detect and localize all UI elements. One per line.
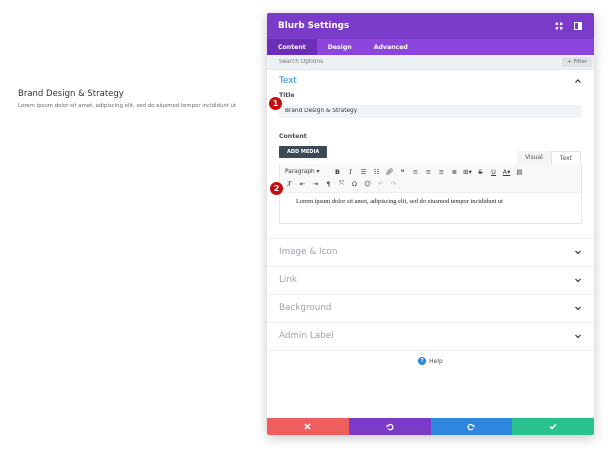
sidebar-toggle-icon[interactable] <box>573 21 583 31</box>
editor-content[interactable]: Lorem ipsum dolor sit amet, adipiscing e… <box>280 193 581 223</box>
paste-icon[interactable]: ▤ <box>513 168 526 176</box>
text-section-header[interactable]: Text <box>267 70 594 92</box>
align-right-icon[interactable]: ≡ <box>435 168 448 176</box>
preview-body: Lorem ipsum dolor sit amet, adipiscing e… <box>18 103 237 109</box>
section-link[interactable]: Link <box>267 267 594 295</box>
text-section: Text Title 1 Content ADD MEDIA Visual Te… <box>267 70 594 239</box>
underline-icon[interactable]: U <box>487 168 500 176</box>
help-link[interactable]: ? Help <box>267 357 594 365</box>
bullet-list-icon[interactable]: ☰ <box>357 168 370 176</box>
section-admin-label-label: Admin Label <box>279 331 334 341</box>
toolbar-row-1: Paragraph ▾ B I ☰ ☷ 🔗︎ ❝ ≡ ≡ ≡ ≣ ⊞▾ S U … <box>283 166 578 178</box>
modal-title: Blurb Settings <box>278 21 350 31</box>
step-badge-2: 2 <box>270 181 283 195</box>
search-bar: + Filter <box>267 55 594 70</box>
editor-toolbar: Paragraph ▾ B I ☰ ☷ 🔗︎ ❝ ≡ ≡ ≡ ≣ ⊞▾ S U … <box>280 163 581 193</box>
redo-editor-icon[interactable]: ↷ <box>387 180 400 188</box>
search-input[interactable] <box>279 59 459 65</box>
editor-mode-tabs: Visual Text <box>516 150 581 165</box>
special-char-icon[interactable]: Ω <box>348 180 361 188</box>
chevron-down-icon <box>575 250 581 255</box>
step-badge-1: 1 <box>269 97 282 110</box>
chevron-down-icon <box>575 334 581 339</box>
section-link-header[interactable]: Link <box>267 267 594 294</box>
section-image-icon-label: Image & Icon <box>279 247 338 257</box>
title-input[interactable] <box>279 104 582 118</box>
table-icon[interactable]: ⊞▾ <box>461 168 474 176</box>
section-admin-label[interactable]: Admin Label <box>267 323 594 351</box>
redo-icon <box>467 423 475 430</box>
undo-icon <box>386 423 394 430</box>
paragraph-select[interactable]: Paragraph ▾ <box>283 169 331 175</box>
blockquote-icon[interactable]: ❝ <box>396 168 409 176</box>
toolbar-row-2: T̸ ⇤ ⇥ ¶ ⤧ Ω ☺ ↶ ↷ <box>283 178 578 190</box>
tab-advanced[interactable]: Advanced <box>363 39 419 55</box>
strikethrough-icon[interactable]: S <box>474 168 487 176</box>
expand-icon[interactable] <box>554 21 564 31</box>
emoji-icon[interactable]: ☺ <box>361 180 374 188</box>
modal-header: Blurb Settings <box>267 13 594 39</box>
tab-design[interactable]: Design <box>317 39 363 55</box>
align-justify-icon[interactable]: ≣ <box>448 168 461 176</box>
undo-button[interactable] <box>348 418 431 435</box>
title-field-label: Title <box>279 92 295 99</box>
chevron-up-icon <box>575 79 581 83</box>
chevron-down-icon <box>575 306 581 311</box>
section-background-header[interactable]: Background <box>267 295 594 322</box>
undo-editor-icon[interactable]: ↶ <box>374 180 387 188</box>
align-center-icon[interactable]: ≡ <box>422 168 435 176</box>
cancel-button[interactable] <box>267 418 349 435</box>
tab-content[interactable]: Content <box>267 39 317 55</box>
help-label: Help <box>429 357 443 365</box>
paragraph-select-label: Paragraph <box>285 168 315 175</box>
link-icon[interactable]: 🔗︎ <box>383 168 396 176</box>
chevron-down-icon <box>575 278 581 283</box>
settings-modal: Blurb Settings Content Design Advanced +… <box>267 13 594 435</box>
close-icon <box>304 423 311 430</box>
section-image-icon[interactable]: Image & Icon <box>267 239 594 267</box>
align-left-icon[interactable]: ≡ <box>409 168 422 176</box>
indent-icon[interactable]: ⇥ <box>309 180 322 188</box>
editor-tab-visual[interactable]: Visual <box>516 150 551 165</box>
numbered-list-icon[interactable]: ☷ <box>370 168 383 176</box>
section-link-label: Link <box>279 275 298 285</box>
rich-text-editor: Paragraph ▾ B I ☰ ☷ 🔗︎ ❝ ≡ ≡ ≡ ≣ ⊞▾ S U … <box>270 163 582 224</box>
save-button[interactable] <box>512 418 594 435</box>
check-icon <box>549 423 557 430</box>
section-background-label: Background <box>279 303 332 313</box>
section-background[interactable]: Background <box>267 295 594 323</box>
fullscreen-icon[interactable]: ⤧ <box>335 179 348 188</box>
help-icon: ? <box>418 357 427 365</box>
text-section-label: Text <box>279 76 297 86</box>
header-icons <box>554 21 583 31</box>
redo-button[interactable] <box>430 418 513 435</box>
modal-tabs: Content Design Advanced <box>267 39 594 55</box>
preview-title: Brand Design & Strategy <box>18 89 124 99</box>
outdent-icon[interactable]: ⇤ <box>296 180 309 188</box>
add-media-button[interactable]: ADD MEDIA <box>279 145 328 158</box>
italic-icon[interactable]: I <box>344 168 357 176</box>
section-image-icon-header[interactable]: Image & Icon <box>267 239 594 266</box>
text-color-icon[interactable]: A▾ <box>500 168 513 176</box>
rtl-icon[interactable]: ¶ <box>322 180 335 188</box>
editor-tab-text[interactable]: Text <box>550 150 581 165</box>
clear-format-icon[interactable]: T̸ <box>283 180 296 188</box>
modal-footer <box>267 418 594 435</box>
bold-icon[interactable]: B <box>331 168 344 176</box>
section-admin-label-header[interactable]: Admin Label <box>267 323 594 350</box>
content-field-label: Content <box>279 132 307 140</box>
filter-button[interactable]: + Filter <box>562 57 592 67</box>
